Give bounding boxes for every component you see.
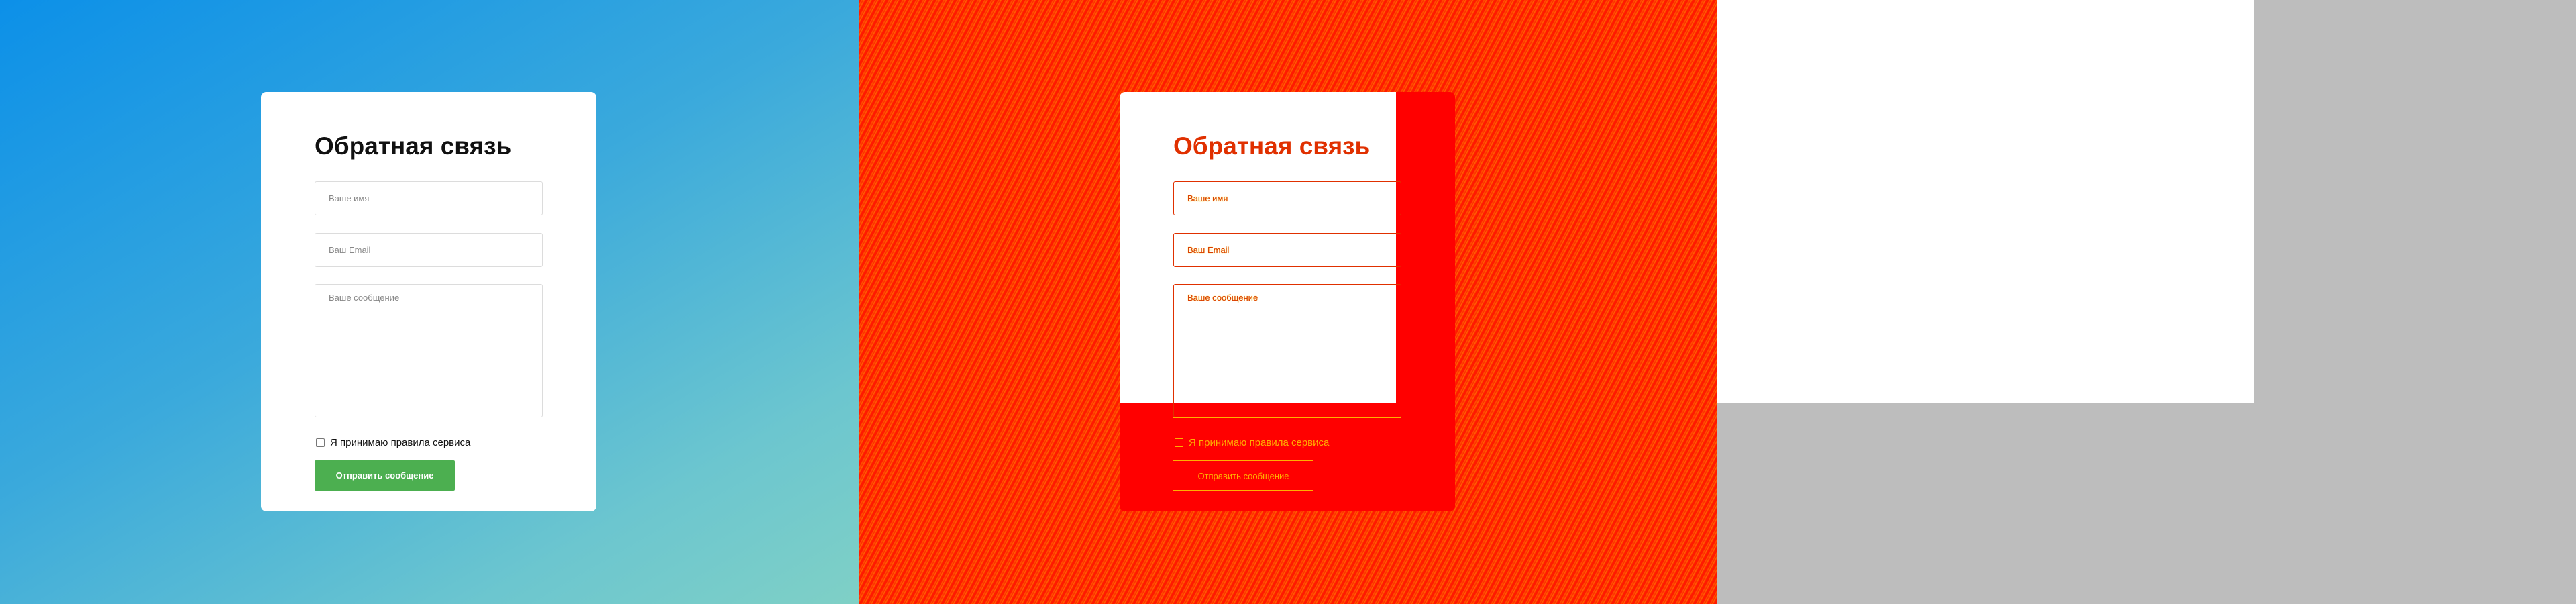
glitch-name-input[interactable]: Ваше имя bbox=[1173, 181, 1401, 215]
gradient-background-panel: Обратная связь Ваше имя Ваш Email Ваше с… bbox=[0, 0, 859, 604]
name-input[interactable]: Ваше имя bbox=[315, 181, 543, 215]
agree-checkbox[interactable] bbox=[316, 438, 325, 447]
glitch-agree-row: Я принимаю правила сервиса bbox=[1175, 437, 1329, 448]
glitch-submit-button[interactable]: Отправить сообщение bbox=[1173, 460, 1313, 491]
glitch-email-input[interactable]: Ваш Email bbox=[1173, 233, 1401, 267]
glitch-form-title: Обратная связь bbox=[1173, 132, 1371, 160]
agree-label: Я принимаю правила сервиса bbox=[330, 437, 471, 448]
submit-button[interactable]: Отправить сообщение bbox=[315, 460, 455, 491]
message-textarea[interactable]: Ваше сообщение bbox=[315, 284, 543, 417]
blank-white-panel bbox=[1717, 0, 2254, 403]
glitch-agree-label: Я принимаю правила сервиса bbox=[1189, 437, 1330, 448]
glitch-divider bbox=[1173, 417, 1401, 418]
glitch-form-card: Обратная связь Ваше имя Ваш Email Ваше с… bbox=[1120, 92, 1455, 511]
glitch-message-textarea[interactable]: Ваше сообщение bbox=[1173, 284, 1401, 417]
feedback-form-card: Обратная связь Ваше имя Ваш Email Ваше с… bbox=[261, 92, 596, 511]
glitch-panel: Обратная связь Ваше имя Ваш Email Ваше с… bbox=[859, 0, 1717, 604]
email-input[interactable]: Ваш Email bbox=[315, 233, 543, 267]
glitch-agree-checkbox[interactable] bbox=[1175, 438, 1183, 447]
form-title: Обратная связь bbox=[315, 132, 512, 160]
agree-row: Я принимаю правила сервиса bbox=[316, 437, 470, 448]
